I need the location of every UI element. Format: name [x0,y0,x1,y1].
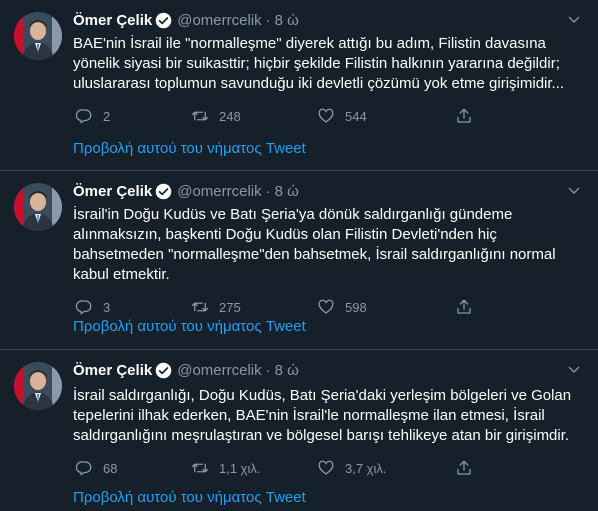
separator-dot: · [265,361,271,379]
share-icon [457,108,471,123]
tweet-header: Ömer Çelik @omerrcelik · 8 ώ [73,181,584,201]
tweet-text: BAE'nin İsrail ile "normalleşme" diyerek… [73,35,565,92]
chevron-down-icon[interactable] [566,12,582,28]
verified-icon [155,183,172,200]
retweet-count: 248 [219,108,241,124]
share-icon [457,299,471,314]
tweet-time[interactable]: 8 ώ [275,362,299,379]
like-count: 544 [345,108,367,124]
like-button[interactable]: 598 [317,298,455,316]
separator-dot: · [265,11,271,29]
like-count: 3,7 χιλ. [345,460,387,476]
like-count: 598 [345,299,367,315]
author-handle[interactable]: @omerrcelik [177,362,261,379]
retweet-icon [191,111,209,121]
avatar[interactable] [14,362,62,410]
timeline: Ömer Çelik @omerrcelik · 8 ώ BAE'nin İsr… [0,0,598,511]
retweet-button[interactable]: 248 [189,107,317,125]
author-name[interactable]: Ömer Çelik [73,362,152,379]
show-thread-link[interactable]: Προβολή αυτού του νήματος Tweet [73,140,306,157]
verified-icon [155,362,172,379]
author-handle[interactable]: @omerrcelik [177,183,261,200]
reply-count: 68 [103,460,118,476]
tweet-header: Ömer Çelik @omerrcelik · 8 ώ [73,360,584,380]
reply-button[interactable]: 2 [73,107,189,125]
author-name[interactable]: Ömer Çelik [73,12,152,29]
reply-icon [75,461,92,476]
like-button[interactable]: 544 [317,107,455,125]
tweet-header: Ömer Çelik @omerrcelik · 8 ώ [73,10,584,30]
retweet-button[interactable]: 275 [189,298,317,316]
tweet-text: İsrail'in Doğu Kudüs ve Batı Şeria'ya dö… [73,206,556,283]
retweet-button[interactable]: 1,1 χιλ. [189,459,317,477]
tweet-time[interactable]: 8 ώ [275,12,299,29]
show-thread-link[interactable]: Προβολή αυτού του νήματος Tweet [73,489,306,506]
share-icon [457,460,471,475]
tweet-actions: 3 275 598 [73,297,584,317]
share-button[interactable] [455,107,483,125]
chevron-down-icon[interactable] [566,183,582,199]
like-icon [318,108,334,123]
like-icon [318,460,334,475]
reply-icon [75,109,92,124]
retweet-icon [191,463,209,473]
tweet-time[interactable]: 8 ώ [275,183,299,200]
reply-button[interactable]: 68 [73,459,189,477]
reply-button[interactable]: 3 [73,298,189,316]
tweet-actions: 68 1,1 χιλ. 3,7 χιλ. [73,458,584,478]
retweet-count: 1,1 χιλ. [219,460,261,476]
share-button[interactable] [455,459,483,477]
chevron-down-icon[interactable] [566,362,582,378]
show-thread-link[interactable]: Προβολή αυτού του νήματος Tweet [73,318,306,335]
verified-icon [155,12,172,29]
separator-dot: · [265,182,271,200]
author-name[interactable]: Ömer Çelik [73,183,152,200]
avatar[interactable] [14,12,62,60]
retweet-icon [191,302,209,312]
avatar[interactable] [14,183,62,231]
like-button[interactable]: 3,7 χιλ. [317,459,455,477]
reply-count: 3 [103,299,111,315]
tweet[interactable]: Ömer Çelik @omerrcelik · 8 ώ BAE'nin İsr… [0,0,598,170]
share-button[interactable] [455,298,483,316]
tweet-actions: 2 248 544 [73,106,584,126]
author-handle[interactable]: @omerrcelik [177,12,261,29]
tweet[interactable]: Ömer Çelik @omerrcelik · 8 ώ İsrail sald… [0,350,598,511]
reply-icon [75,300,92,315]
reply-count: 2 [103,108,111,124]
retweet-count: 275 [219,299,241,315]
like-icon [318,299,334,314]
tweet-text: İsrail saldırganlığı, Doğu Kudüs, Batı Ş… [73,387,572,444]
tweet[interactable]: Ömer Çelik @omerrcelik · 8 ώ İsrail'in D… [0,171,598,349]
